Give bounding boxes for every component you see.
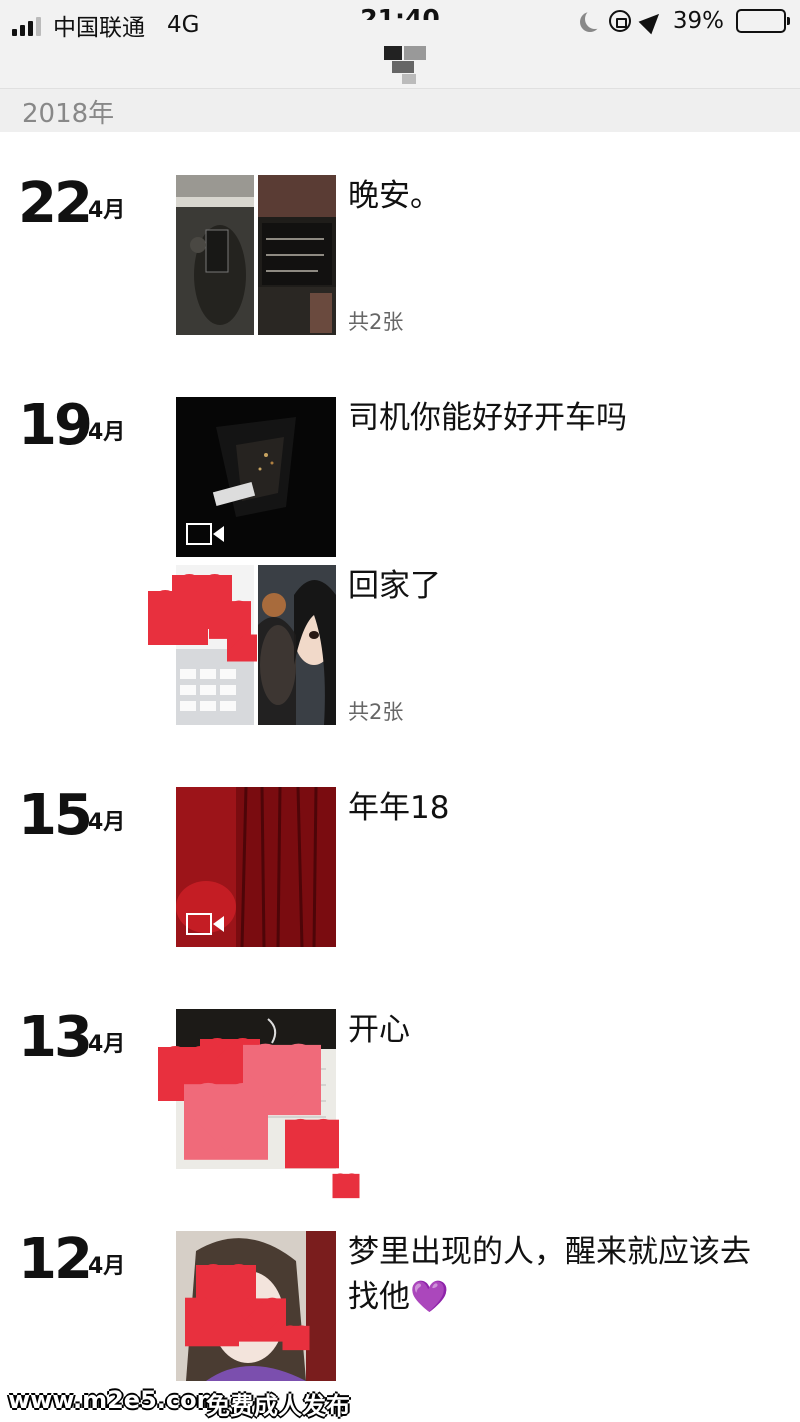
post-caption: 年年18 bbox=[348, 790, 450, 826]
year-header: 2018年 bbox=[0, 88, 800, 132]
rotation-lock-icon bbox=[608, 10, 631, 32]
location-icon bbox=[638, 7, 666, 35]
heart-sticker bbox=[238, 1298, 286, 1342]
do-not-disturb-icon bbox=[585, 9, 605, 29]
post-photo[interactable] bbox=[258, 565, 336, 725]
watermark-site: www.m2e5.com bbox=[8, 1386, 222, 1414]
heart-sticker bbox=[227, 634, 257, 662]
profile-avatar[interactable] bbox=[384, 46, 428, 86]
nav-bar bbox=[0, 46, 800, 92]
photo-count: 共2张 bbox=[348, 310, 404, 334]
post-day: 19 bbox=[18, 393, 93, 458]
heart-sticker bbox=[185, 1297, 239, 1347]
post-caption: 晚安。 bbox=[348, 178, 441, 214]
post-day: 13 bbox=[18, 1005, 93, 1070]
status-bar: 中国联通 4G 21:40 39% bbox=[0, 0, 800, 46]
heart-sticker bbox=[332, 1173, 360, 1199]
post-caption: 梦里出现的人，醒来就应该去找他💜 bbox=[348, 1234, 751, 1315]
post-caption: 回家了 bbox=[348, 568, 441, 604]
post-day: 22 bbox=[18, 171, 93, 236]
heart-sticker bbox=[285, 1119, 339, 1169]
post-month: 4月 bbox=[88, 1032, 126, 1057]
post-photo[interactable] bbox=[258, 175, 336, 335]
post-month: 4月 bbox=[88, 198, 126, 223]
post-video-thumbnail[interactable] bbox=[176, 787, 336, 947]
video-camera-icon bbox=[186, 913, 224, 937]
heart-sticker bbox=[148, 591, 208, 645]
heart-sticker bbox=[209, 601, 251, 639]
post-photo[interactable] bbox=[176, 1231, 336, 1381]
post-month: 4月 bbox=[88, 810, 126, 835]
post-caption: 司机你能好好开车吗 bbox=[348, 400, 627, 436]
battery-icon bbox=[736, 9, 790, 33]
heart-sticker bbox=[184, 1084, 268, 1160]
post-caption: 开心 bbox=[348, 1012, 410, 1048]
battery-percent: 39% bbox=[672, 8, 724, 34]
post-day: 12 bbox=[18, 1227, 93, 1292]
post-photo[interactable] bbox=[176, 175, 254, 335]
photo-count: 共2张 bbox=[348, 700, 404, 724]
post-month: 4月 bbox=[88, 420, 126, 445]
heart-sticker bbox=[282, 1325, 310, 1351]
watermark: www.m2e5.com 免费成人发布 bbox=[0, 1384, 800, 1422]
post-video-thumbnail[interactable] bbox=[176, 397, 336, 557]
post-month: 4月 bbox=[88, 1254, 126, 1279]
post-photo[interactable] bbox=[158, 1009, 360, 1199]
year-label: 2018年 bbox=[22, 99, 115, 129]
video-camera-icon bbox=[186, 523, 224, 547]
post-photo[interactable] bbox=[148, 565, 257, 725]
watermark-slogan: 免费成人发布 bbox=[206, 1392, 350, 1420]
post-day: 15 bbox=[18, 783, 93, 848]
